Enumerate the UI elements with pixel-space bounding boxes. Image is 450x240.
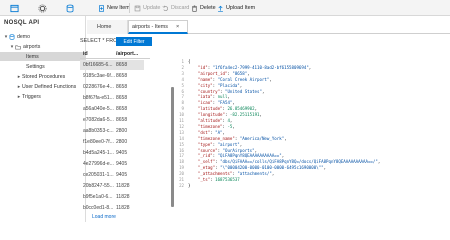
tree-item-user-defined-functions[interactable]: ▸ User Defined Functions	[0, 82, 86, 91]
list-row[interactable]: b4d5a245-1... 9405	[80, 148, 144, 158]
row-id: b0cc0ed1-8...	[83, 205, 114, 211]
load-more-link[interactable]: Load more	[92, 214, 116, 220]
row-id: b4d5a245-1...	[83, 150, 114, 156]
tree-label: Settings	[26, 63, 45, 70]
list-row[interactable]: b8f67fa-e51... 8658	[80, 93, 144, 103]
discard-button[interactable]: Discard	[162, 0, 189, 16]
discard-icon	[162, 5, 169, 11]
tab-airports-items[interactable]: airports - Items ×	[128, 20, 188, 34]
row-partition-key: 9405	[116, 172, 128, 178]
list-row[interactable]: 20b8247-55... 11828	[80, 181, 144, 191]
tree-item-items[interactable]: Items	[0, 52, 86, 61]
line-code: }	[188, 182, 191, 188]
new-item-label: New Item	[107, 5, 130, 11]
edit-filter-button[interactable]: Edit Filter	[116, 37, 152, 46]
row-partition-key: 8658	[116, 95, 128, 101]
list-row[interactable]: 4e27996d-e... 9405	[80, 159, 144, 169]
row-partition-key: 2800	[116, 139, 128, 145]
tab-label: Home	[97, 24, 112, 30]
new-database-icon[interactable]	[64, 2, 76, 14]
column-header-partition-key[interactable]: /airport...	[116, 51, 138, 57]
tree-label: User Defined Functions	[22, 83, 77, 90]
row-partition-key: 8658	[116, 73, 128, 79]
row-partition-key: 9405	[116, 150, 128, 156]
api-title: NOSQL API	[4, 20, 40, 26]
close-icon[interactable]: ×	[176, 24, 179, 30]
list-row[interactable]: e7082da6-5... 8658	[80, 115, 144, 125]
row-id: 0228676e-4...	[83, 84, 114, 90]
list-row[interactable]: ce205031-1... 9405	[80, 170, 144, 180]
app-icons	[0, 0, 84, 16]
tab-home[interactable]: Home	[87, 20, 128, 34]
tree-database-demo[interactable]: ▾ demo	[0, 32, 86, 41]
list-row[interactable]: 9185c3ae-6f... 8658	[80, 71, 144, 81]
row-partition-key: 11828	[116, 194, 130, 200]
list-row[interactable]: 0bf16685-6... 8658	[80, 60, 144, 70]
row-partition-key: 8658	[116, 84, 128, 90]
row-id: 4e27996d-e...	[83, 161, 114, 167]
row-id: 9185c3ae-6f...	[83, 73, 115, 79]
tab-label: airports - Items	[132, 23, 168, 30]
code-line: 22}	[176, 183, 446, 189]
row-partition-key: 2800	[116, 128, 128, 134]
row-id: a56a040e-5...	[83, 106, 114, 112]
row-id: f1e80ee0-7f...	[83, 139, 114, 145]
save-icon	[134, 5, 141, 11]
row-partition-key: 8658	[116, 62, 128, 68]
row-partition-key: 11828	[116, 205, 130, 211]
column-header-id[interactable]: id	[83, 51, 88, 57]
row-partition-key: 9405	[116, 161, 128, 167]
container-icon	[15, 45, 21, 49]
delete-button[interactable]: Delete	[191, 0, 216, 16]
row-id: e7082da6-5...	[83, 117, 114, 123]
list-row[interactable]: b9f5e1a0-6... 11828	[80, 192, 144, 202]
row-id: 0bf16685-6...	[83, 62, 113, 68]
tree-label: airports	[23, 43, 41, 50]
list-header: id /airport...	[80, 49, 150, 59]
trash-icon	[192, 5, 197, 12]
upload-item-button[interactable]: Upload Item	[217, 0, 255, 16]
upload-icon	[218, 5, 223, 12]
top-toolbar: New Item Update Discard Delete Upload It…	[0, 0, 450, 16]
tree-item-stored-procedures[interactable]: ▸ Stored Procedures	[0, 72, 86, 81]
resource-tree-panel: NOSQL API ▾ demo ▾ airports Items Settin…	[0, 16, 86, 222]
tree-label: Stored Procedures	[22, 73, 66, 80]
list-row[interactable]: aa8b0353-c... 2800	[80, 126, 144, 136]
document-json-editor[interactable]: 1{2 "id": "1f6fa4ec2-7999-4110-8ad2-bf61…	[176, 59, 446, 219]
tree-label: Triggers	[22, 93, 41, 100]
update-label: Update	[143, 5, 161, 11]
toolbar-divider	[129, 3, 130, 13]
list-row[interactable]: a56a040e-5... 8658	[80, 104, 144, 114]
row-id: b9f5e1a0-6...	[83, 194, 113, 200]
list-scrollbar[interactable]	[171, 87, 174, 207]
line-number: 22	[179, 182, 184, 188]
new-item-icon	[99, 4, 104, 12]
documents-list: id /airport... 0bf16685-6... 8658 9185c3ae…	[80, 49, 150, 219]
tab-bar: Home airports - Items ×	[87, 20, 450, 34]
list-row[interactable]: 0228676e-4... 8658	[80, 82, 144, 92]
tree-item-settings[interactable]: Settings	[0, 62, 86, 71]
row-id: 20b8247-55...	[83, 183, 114, 189]
tree-label: Items	[26, 53, 39, 60]
row-partition-key: 8658	[116, 117, 128, 123]
row-id: ce205031-1...	[83, 172, 114, 178]
database-icon	[9, 33, 15, 40]
row-partition-key: 8658	[116, 106, 128, 112]
settings-gear-icon[interactable]	[36, 2, 48, 14]
tree-container-airports[interactable]: ▾ airports	[0, 42, 86, 51]
row-id: b8f67fa-e51...	[83, 95, 114, 101]
update-button[interactable]: Update	[134, 0, 160, 16]
list-row[interactable]: b0cc0ed1-8... 11828	[80, 203, 144, 213]
discard-label: Discard	[171, 5, 190, 11]
row-id: aa8b0353-c...	[83, 128, 114, 134]
delete-label: Delete	[200, 5, 216, 11]
row-partition-key: 11828	[116, 183, 130, 189]
tree-label: demo	[17, 33, 30, 40]
list-row[interactable]: f1e80ee0-7f... 2800	[80, 137, 144, 147]
explorer-icon[interactable]	[8, 2, 20, 14]
tree-item-triggers[interactable]: ▸ Triggers	[0, 92, 86, 101]
upload-item-label: Upload Item	[226, 5, 256, 11]
new-item-button[interactable]: New Item	[98, 0, 130, 16]
